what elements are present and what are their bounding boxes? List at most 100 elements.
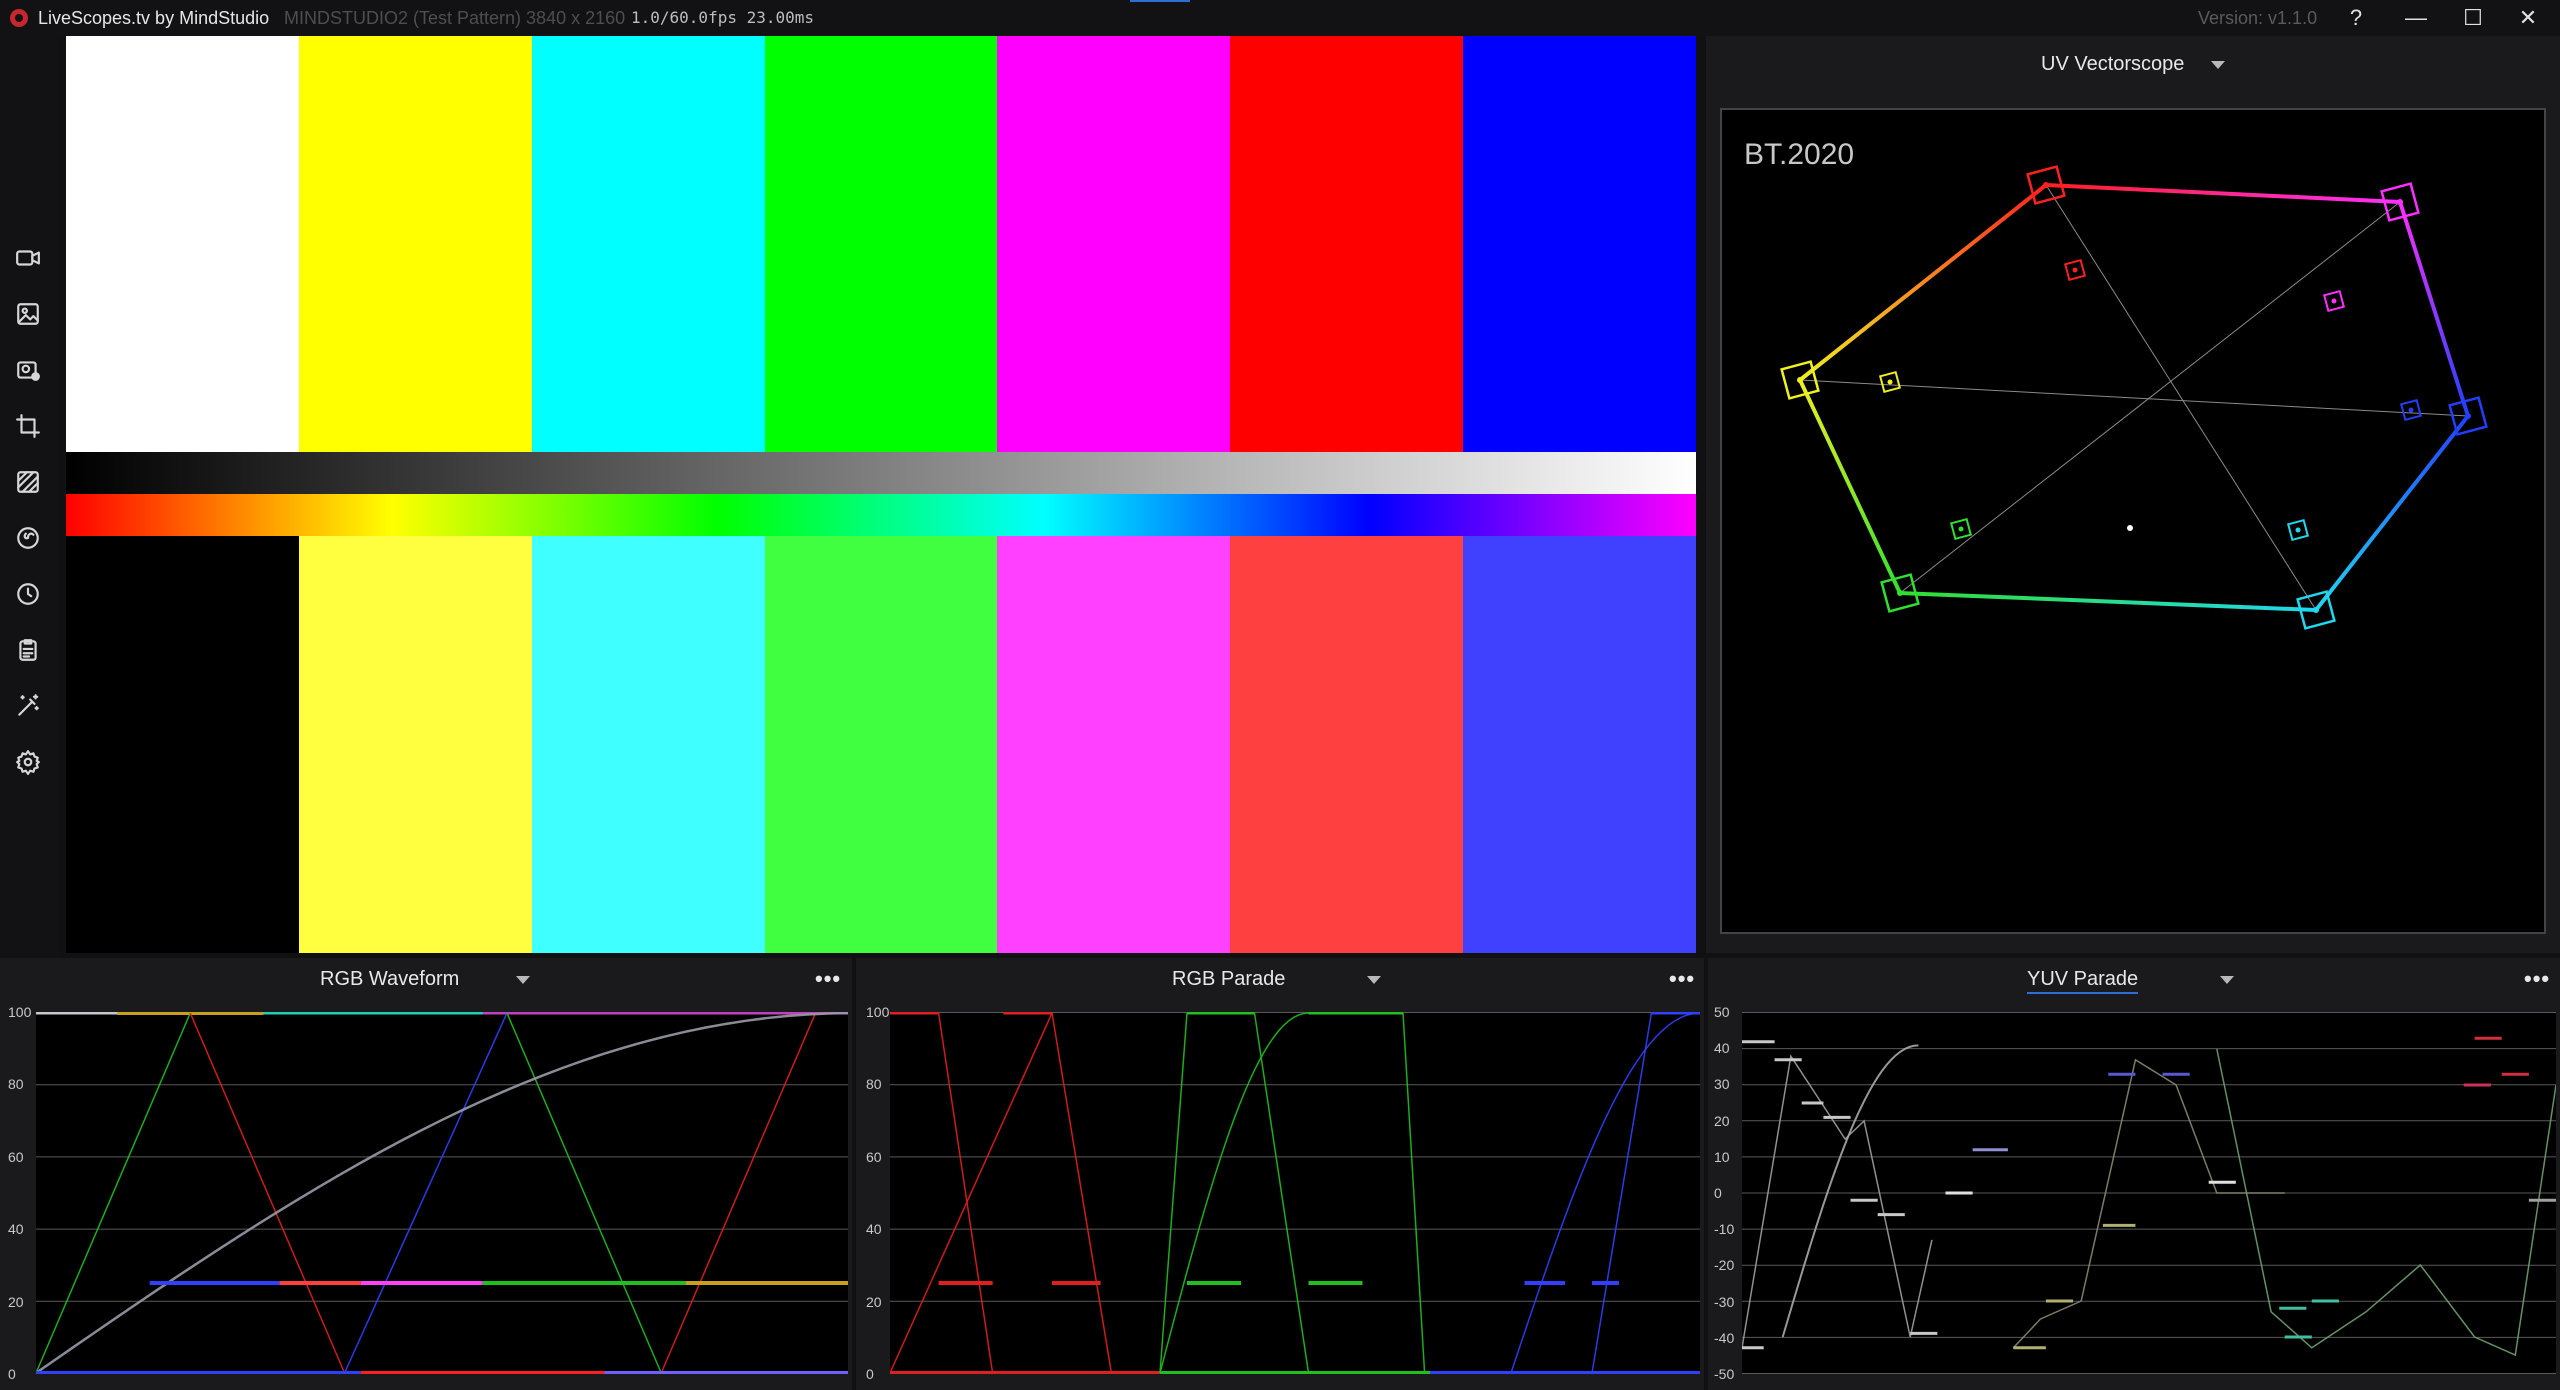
image-icon[interactable]	[12, 298, 44, 330]
outer-dot-green	[1897, 590, 1903, 596]
yuv-parade-graph	[1742, 1012, 2556, 1374]
top-color-bar-0	[66, 36, 300, 452]
top-color-bar-5	[1230, 36, 1464, 452]
yuv-parade-panel: YUV Parade ••• 50 40 30 20 10 0 -10 -20 -30 -40 -5…	[1708, 958, 2560, 1390]
close-button[interactable]: ✕	[2502, 0, 2554, 36]
y-tick-label: 50	[1714, 1004, 1730, 1020]
vectorscope-panel: UV Vectorscope BT.2020	[1706, 36, 2560, 953]
maximize-button[interactable]: ☐	[2447, 0, 2499, 36]
inner-dot-red	[2072, 267, 2078, 273]
bottom-color-bar-1	[298, 536, 533, 953]
y-tick-label: 20	[866, 1293, 882, 1310]
settings-gear-icon[interactable]	[12, 746, 44, 778]
center-dot	[2127, 525, 2133, 531]
history-clock-icon[interactable]	[12, 578, 44, 610]
rgb-parade-title[interactable]: RGB Parade	[1172, 968, 1285, 991]
red-ramp-trace	[1051, 1012, 1113, 1374]
luma-curve-trace	[1781, 1044, 1919, 1338]
image-capture-icon[interactable]	[12, 354, 44, 386]
rgb-waveform-plot	[36, 1012, 848, 1374]
title-accent-line	[1130, 0, 1190, 2]
red-ramp-trace	[660, 1012, 817, 1374]
y-tick-label: 20	[8, 1293, 24, 1310]
y-tick-label: 40	[866, 1221, 882, 1238]
y-tick-label: 60	[866, 1148, 882, 1165]
chevron-down-icon[interactable]	[1367, 976, 1381, 984]
graticule-line	[1899, 201, 2401, 594]
green-ramp-trace	[506, 1012, 662, 1374]
chevron-down-icon[interactable]	[516, 976, 530, 984]
more-options-icon[interactable]: •••	[815, 966, 841, 992]
grayscale-ramp	[66, 452, 1696, 494]
more-options-icon[interactable]: •••	[1669, 966, 1695, 992]
rgb-waveform-panel: RGB Waveform ••• 100 80 60 40 20 0	[0, 958, 852, 1390]
pattern-icon[interactable]	[12, 466, 44, 498]
graticule-line	[2045, 184, 2317, 611]
inner-dot-green	[1958, 526, 1964, 532]
magic-wand-icon[interactable]	[12, 690, 44, 722]
color-wheel-icon[interactable]	[12, 522, 44, 554]
bottom-color-bar-5	[1230, 536, 1464, 953]
title-bar: LiveScopes.tv by MindStudio MINDSTUDIO2 …	[0, 0, 2560, 36]
vectorscope-title[interactable]: UV Vectorscope	[2041, 53, 2184, 76]
rgb-parade-plot	[890, 1012, 1700, 1374]
green-ramp-trace	[1253, 1012, 1310, 1374]
vector-trace-segment	[1798, 379, 1902, 594]
y-tick-label: 100	[8, 1004, 32, 1020]
yuv-parade-plot	[1742, 1012, 2556, 1374]
chevron-down-icon[interactable]	[2211, 61, 2225, 69]
vectorscope-graph	[1780, 165, 2488, 630]
outer-dot-magenta	[2397, 199, 2403, 205]
outer-dot-blue	[2465, 413, 2471, 419]
inner-dot-magenta	[2331, 298, 2337, 304]
vector-trace-segment	[1899, 591, 2317, 612]
y-tick-label: 0	[8, 1366, 16, 1382]
vector-trace-segment	[2314, 414, 2470, 612]
inner-dot-yellow	[1887, 379, 1893, 385]
top-color-bar-3	[764, 36, 998, 452]
top-color-bar-1	[298, 36, 533, 452]
y-tick-label: 60	[8, 1148, 24, 1165]
rgb-parade-header: RGB Parade •••	[856, 958, 1704, 998]
blue-curve-trace	[1510, 1012, 1700, 1374]
red-ramp-trace	[189, 1012, 346, 1374]
bottom-color-bar-0	[66, 536, 300, 953]
y-tick-label: 0	[1714, 1185, 1722, 1201]
chroma-u-trace	[2012, 1058, 2285, 1349]
help-button[interactable]: ?	[2330, 0, 2382, 36]
outer-dot-yellow	[1797, 377, 1803, 383]
luma-ramp-trace	[36, 1012, 848, 1374]
yuv-parade-title[interactable]: YUV Parade	[2027, 968, 2139, 994]
more-options-icon[interactable]: •••	[2524, 966, 2550, 992]
bottom-color-bar-6	[1463, 536, 1697, 953]
clipboard-icon[interactable]	[12, 634, 44, 666]
fps-info: 1.0/60.0fps 23.00ms	[631, 8, 815, 27]
y-tick-label: -50	[1714, 1366, 1735, 1382]
rgb-waveform-title[interactable]: RGB Waveform	[320, 968, 459, 991]
minimize-button[interactable]: —	[2390, 0, 2442, 36]
top-color-bar-2	[531, 36, 766, 452]
y-tick-label: 40	[8, 1221, 24, 1238]
app-name: LiveScopes.tv by MindStudio	[38, 8, 270, 28]
video-viewer[interactable]	[66, 36, 1697, 953]
y-tick-label: -10	[1714, 1221, 1735, 1238]
y-tick-label: -40	[1714, 1329, 1735, 1346]
vector-trace-segment	[2045, 183, 2401, 204]
crop-icon[interactable]	[12, 410, 44, 442]
vectorscope-header: UV Vectorscope	[1706, 36, 2560, 76]
app-logo-icon	[10, 9, 28, 27]
y-tick-label: -20	[1714, 1257, 1735, 1274]
y-tick-label: 10	[1714, 1148, 1730, 1165]
source-info: MINDSTUDIO2 (Test Pattern) 3840 x 2160	[284, 8, 626, 28]
chevron-down-icon[interactable]	[2220, 976, 2234, 984]
red-ramp-trace	[890, 1012, 1053, 1374]
chroma-v-trace	[2216, 1048, 2556, 1357]
y-tick-label: 30	[1714, 1076, 1730, 1093]
y-tick-label: -30	[1714, 1293, 1735, 1310]
green-ramp-trace	[1402, 1012, 1426, 1374]
video-camera-icon[interactable]	[12, 242, 44, 274]
inner-dot-blue	[2408, 407, 2414, 413]
luma-ramp-trace	[1742, 1054, 1933, 1348]
vectorscope-plot: BT.2020	[1720, 108, 2546, 934]
outer-dot-red	[2043, 182, 2049, 188]
